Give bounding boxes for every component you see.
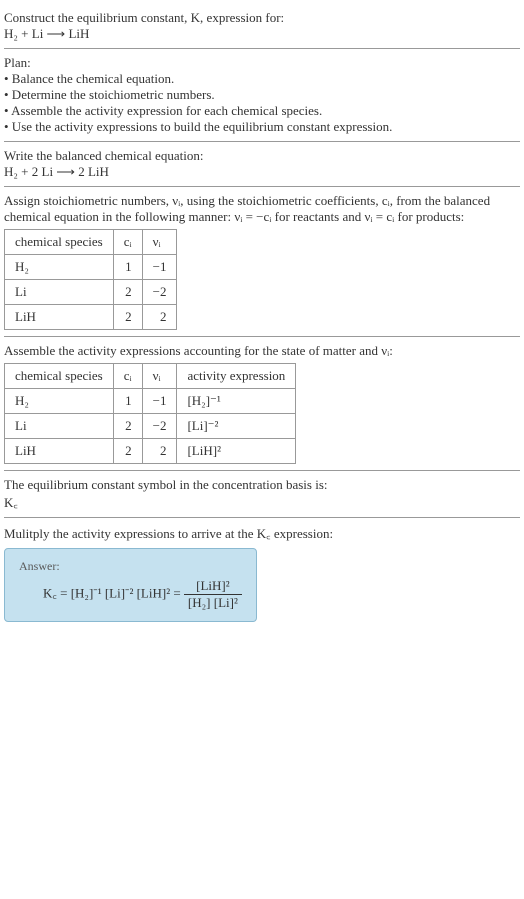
plan-bullet-4: • Use the activity expressions to build … [4, 119, 520, 135]
activity-intro: Assemble the activity expressions accoun… [4, 343, 520, 359]
cell-vi: −1 [142, 255, 177, 280]
answer-expression: K꜀ = [H₂]⁻¹ [Li]⁻² [LiH]² = [LiH]² [H₂] … [19, 578, 242, 611]
col-vi: νᵢ [142, 364, 177, 389]
fraction-numerator: [LiH]² [184, 578, 242, 595]
balanced-intro: Write the balanced chemical equation: [4, 148, 520, 164]
cell-activity: [Li]⁻² [177, 414, 296, 439]
table-row: LiH 2 2 [5, 305, 177, 330]
table-row: H₂ 1 −1 [H₂]⁻¹ [5, 389, 296, 414]
cell-species: LiH [5, 305, 114, 330]
cell-vi: −2 [142, 280, 177, 305]
cell-ci: 2 [113, 280, 142, 305]
table-row: chemical species cᵢ νᵢ [5, 230, 177, 255]
result-intro: Mulitply the activity expressions to arr… [4, 524, 520, 542]
balanced-equation: H₂ + 2 Li ⟶ 2 LiH [4, 164, 520, 180]
fraction-denominator: [H₂] [Li]² [184, 595, 242, 611]
stoich-intro: Assign stoichiometric numbers, νᵢ, using… [4, 193, 520, 225]
section-stoich: Assign stoichiometric numbers, νᵢ, using… [4, 187, 520, 337]
col-ci: cᵢ [113, 230, 142, 255]
stoich-table: chemical species cᵢ νᵢ H₂ 1 −1 Li 2 −2 L… [4, 229, 177, 330]
activity-table: chemical species cᵢ νᵢ activity expressi… [4, 363, 296, 464]
prompt-line1: Construct the equilibrium constant, K, e… [4, 10, 520, 26]
symbol-intro: The equilibrium constant symbol in the c… [4, 477, 520, 493]
col-vi: νᵢ [142, 230, 177, 255]
col-ci: cᵢ [113, 364, 142, 389]
cell-species: Li [5, 280, 114, 305]
plan-bullet-3: • Assemble the activity expression for e… [4, 103, 520, 119]
cell-vi: 2 [142, 305, 177, 330]
table-row: H₂ 1 −1 [5, 255, 177, 280]
answer-fraction: [LiH]² [H₂] [Li]² [184, 578, 242, 611]
cell-species: H₂ [5, 255, 114, 280]
section-prompt: Construct the equilibrium constant, K, e… [4, 4, 520, 49]
section-symbol: The equilibrium constant symbol in the c… [4, 471, 520, 518]
cell-ci: 1 [113, 389, 142, 414]
cell-ci: 2 [113, 439, 142, 464]
table-row: LiH 2 2 [LiH]² [5, 439, 296, 464]
cell-activity: [H₂]⁻¹ [177, 389, 296, 414]
plan-bullet-2: • Determine the stoichiometric numbers. [4, 87, 520, 103]
col-activity: activity expression [177, 364, 296, 389]
cell-vi: −2 [142, 414, 177, 439]
table-row: Li 2 −2 [Li]⁻² [5, 414, 296, 439]
prompt-equation: H₂ + Li ⟶ LiH [4, 26, 520, 42]
section-result: Mulitply the activity expressions to arr… [4, 518, 520, 628]
table-row: Li 2 −2 [5, 280, 177, 305]
cell-vi: −1 [142, 389, 177, 414]
plan-title: Plan: [4, 55, 520, 71]
answer-box: Answer: K꜀ = [H₂]⁻¹ [Li]⁻² [LiH]² = [LiH… [4, 548, 257, 622]
section-activity: Assemble the activity expressions accoun… [4, 337, 520, 471]
col-species: chemical species [5, 364, 114, 389]
cell-species: H₂ [5, 389, 114, 414]
answer-label: Answer: [19, 559, 242, 574]
cell-vi: 2 [142, 439, 177, 464]
cell-ci: 1 [113, 255, 142, 280]
cell-ci: 2 [113, 414, 142, 439]
section-balanced: Write the balanced chemical equation: H₂… [4, 142, 520, 187]
cell-activity: [LiH]² [177, 439, 296, 464]
cell-ci: 2 [113, 305, 142, 330]
col-species: chemical species [5, 230, 114, 255]
symbol-value: K꜀ [4, 493, 520, 511]
table-row: chemical species cᵢ νᵢ activity expressi… [5, 364, 296, 389]
answer-lhs: K꜀ = [H₂]⁻¹ [Li]⁻² [LiH]² = [43, 585, 184, 600]
plan-bullet-1: • Balance the chemical equation. [4, 71, 520, 87]
cell-species: LiH [5, 439, 114, 464]
cell-species: Li [5, 414, 114, 439]
section-plan: Plan: • Balance the chemical equation. •… [4, 49, 520, 142]
